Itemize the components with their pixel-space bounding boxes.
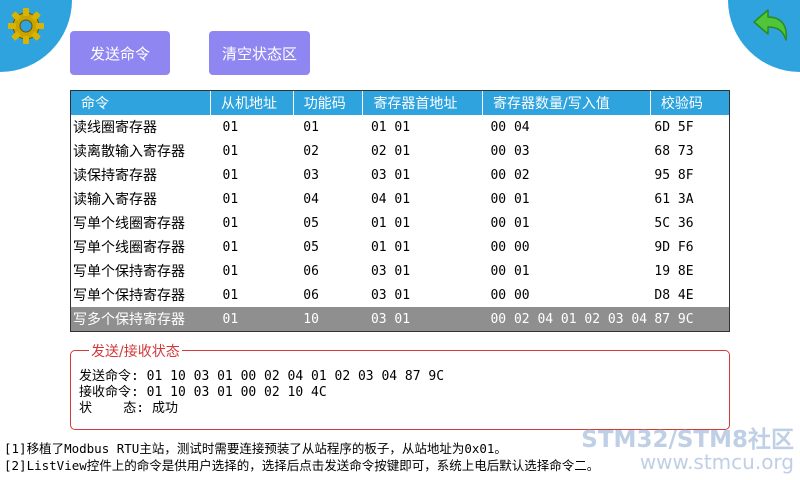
cell-register-start: 03 01 <box>370 287 411 303</box>
cell-checksum: 68 73 <box>654 143 694 159</box>
cell-command: 写单个保持寄存器 <box>73 288 185 304</box>
cell-command: 读线圈寄存器 <box>73 120 157 136</box>
settings-corner[interactable] <box>0 0 72 72</box>
cell-function-code: 03 <box>303 167 319 183</box>
cell-register-count: 00 02 <box>490 167 530 183</box>
header-function-code: 功能码 <box>293 91 364 115</box>
cell-register-start: 01 01 <box>370 119 411 135</box>
cell-register-start: 01 01 <box>370 215 411 231</box>
cell-checksum: 5C 36 <box>654 215 694 231</box>
cell-slave-address: 01 <box>222 191 239 207</box>
cell-command: 写单个保持寄存器 <box>73 264 185 280</box>
table-row[interactable]: 写单个线圈寄存器 01 05 01 01 00 00 9D F6 <box>71 235 729 259</box>
header-slave-address: 从机地址 <box>210 91 294 115</box>
gear-icon[interactable] <box>6 6 46 46</box>
table-row[interactable]: 写单个线圈寄存器 01 05 01 01 00 01 5C 36 <box>71 211 729 235</box>
cell-slave-address: 01 <box>222 215 239 231</box>
cell-command: 写多个保持寄存器 <box>71 307 211 331</box>
cell-function-code: 05 <box>303 239 319 255</box>
cell-slave-address: 01 <box>222 119 239 135</box>
table-row-selected[interactable]: 写多个保持寄存器 01 10 03 01 00 02 04 01 02 03 0… <box>71 307 729 331</box>
cell-slave-address: 01 <box>222 167 239 183</box>
table-row[interactable]: 写单个保持寄存器 01 06 03 01 00 00 D8 4E <box>71 283 729 307</box>
back-corner[interactable] <box>728 0 800 72</box>
cell-function-code: 02 <box>303 143 319 159</box>
cell-register-start: 04 01 <box>370 191 411 207</box>
cell-register-count: 00 02 04 01 02 03 04 <box>482 307 651 331</box>
cell-checksum: 19 8E <box>654 263 694 279</box>
send-command-line: 发送命令: 01 10 03 01 00 02 04 01 02 03 04 8… <box>79 369 445 384</box>
header-register-count: 寄存器数量/写入值 <box>482 91 651 115</box>
cell-slave-address: 01 <box>210 307 294 331</box>
cell-slave-address: 01 <box>222 263 239 279</box>
cell-checksum: 9D F6 <box>654 239 694 255</box>
cell-checksum: 87 9C <box>650 307 729 331</box>
cell-register-count: 00 00 <box>490 287 530 303</box>
header-command: 命令 <box>71 91 212 115</box>
cell-register-start: 03 01 <box>370 263 411 279</box>
table-row[interactable]: 写单个保持寄存器 01 06 03 01 00 01 19 8E <box>71 259 729 283</box>
command-listview[interactable]: 命令 从机地址 功能码 寄存器首地址 寄存器数量/写入值 校验码 读线圈寄存器 … <box>70 90 730 332</box>
watermark-title: STM32/STM8社区 <box>581 427 794 453</box>
cell-checksum: D8 4E <box>654 287 694 303</box>
cell-register-start: 03 01 <box>362 307 483 331</box>
cell-register-start: 02 01 <box>370 143 411 159</box>
note-line-2: [2]ListView控件上的命令是供用户选择的，选择后点击发送命令按键即可，系… <box>4 458 600 473</box>
cell-slave-address: 01 <box>222 239 239 255</box>
cell-checksum: 95 8F <box>654 167 694 183</box>
watermark: STM32/STM8社区 www.stmcu.org <box>581 420 794 474</box>
cell-function-code: 04 <box>303 191 319 207</box>
cell-register-count: 00 03 <box>490 143 530 159</box>
status-groupbox: 发送/接收状态 发送命令: 01 10 03 01 00 02 04 01 02… <box>70 341 730 430</box>
cell-command: 读输入寄存器 <box>73 192 157 208</box>
back-arrow-icon[interactable] <box>750 4 794 48</box>
cell-function-code: 06 <box>303 287 319 303</box>
cell-register-start: 01 01 <box>370 239 411 255</box>
cell-command: 读离散输入寄存器 <box>73 144 185 160</box>
table-header-row: 命令 从机地址 功能码 寄存器首地址 寄存器数量/写入值 校验码 <box>71 91 729 115</box>
send-command-button[interactable]: 发送命令 <box>70 31 170 75</box>
cell-slave-address: 01 <box>222 287 239 303</box>
table-row[interactable]: 读离散输入寄存器 01 02 02 01 00 03 68 73 <box>71 139 729 163</box>
cell-command: 写单个线圈寄存器 <box>73 216 185 232</box>
clear-status-button[interactable]: 清空状态区 <box>209 31 310 75</box>
status-title: 发送/接收状态 <box>89 341 182 361</box>
command-table: 命令 从机地址 功能码 寄存器首地址 寄存器数量/写入值 校验码 读线圈寄存器 … <box>71 91 729 331</box>
cell-slave-address: 01 <box>222 143 239 159</box>
cell-register-start: 03 01 <box>370 167 411 183</box>
cell-command: 写单个线圈寄存器 <box>73 240 185 256</box>
status-result-line: 状 态: 成功 <box>79 401 178 416</box>
cell-function-code: 05 <box>303 215 319 231</box>
receive-command-line: 接收命令: 01 10 03 01 00 02 10 4C <box>79 385 327 400</box>
status-text: 发送命令: 01 10 03 01 00 02 04 01 02 03 04 8… <box>79 369 444 417</box>
cell-register-count: 00 00 <box>490 239 530 255</box>
table-row[interactable]: 读输入寄存器 01 04 04 01 00 01 61 3A <box>71 187 729 211</box>
header-register-start: 寄存器首地址 <box>362 91 483 115</box>
note-line-1: [1]移植了Modbus RTU主站，测试时需要连接预装了从站程序的板子，从站地… <box>4 441 507 456</box>
cell-register-count: 00 01 <box>490 191 530 207</box>
cell-register-count: 00 01 <box>490 215 530 231</box>
cell-function-code: 01 <box>303 119 319 135</box>
table-row[interactable]: 读保持寄存器 01 03 03 01 00 02 95 8F <box>71 163 729 187</box>
cell-checksum: 61 3A <box>654 191 694 207</box>
cell-checksum: 6D 5F <box>654 119 694 135</box>
cell-register-count: 00 01 <box>490 263 530 279</box>
cell-function-code: 06 <box>303 263 319 279</box>
header-checksum: 校验码 <box>650 91 729 115</box>
cell-register-count: 00 04 <box>490 119 530 135</box>
cell-function-code: 10 <box>293 307 363 331</box>
notes: [1]移植了Modbus RTU主站，测试时需要连接预装了从站程序的板子，从站地… <box>4 440 599 474</box>
cell-command: 读保持寄存器 <box>73 168 157 184</box>
table-row[interactable]: 读线圈寄存器 01 01 01 01 00 04 6D 5F <box>71 115 729 139</box>
